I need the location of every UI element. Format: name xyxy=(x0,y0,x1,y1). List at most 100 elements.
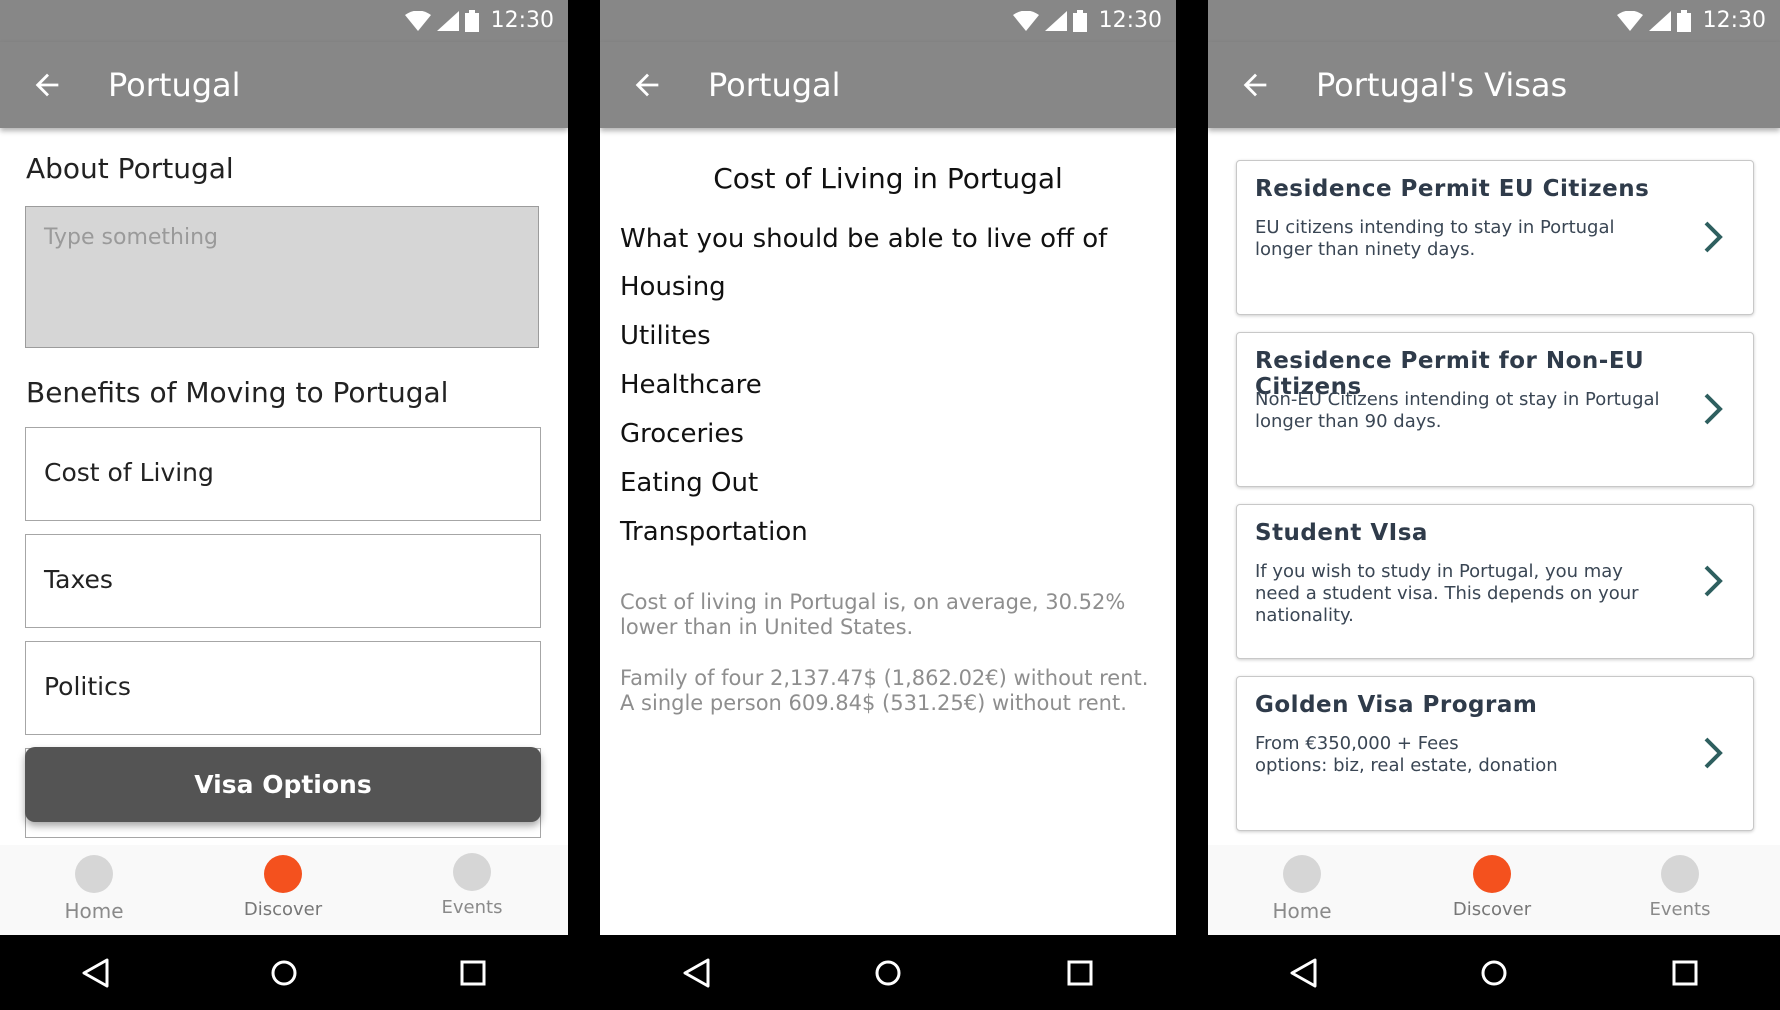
status-time: 12:30 xyxy=(490,8,554,33)
signal-icon xyxy=(436,10,459,31)
nav-back-button[interactable] xyxy=(75,953,115,993)
about-heading: About Portugal xyxy=(26,152,234,185)
nav-recents-button[interactable] xyxy=(453,953,493,993)
app-bar: Portugal's Visas xyxy=(1208,42,1780,128)
cost-item-housing: Housing xyxy=(620,272,726,302)
nav-home-button[interactable] xyxy=(264,953,304,993)
visa-card-non-eu[interactable]: Residence Permit for Non-EU Citizens Non… xyxy=(1236,332,1754,487)
visa-options-button[interactable]: Visa Options xyxy=(25,747,541,822)
nav-back-button[interactable] xyxy=(1283,953,1323,993)
screen-portugal-visas: 12:30 Portugal's Visas Residence Permit … xyxy=(1208,0,1780,1010)
visa-card-desc: If you wish to study in Portugal, you ma… xyxy=(1255,561,1639,626)
battery-icon xyxy=(1072,9,1087,32)
option-politics[interactable]: Politics xyxy=(25,641,541,735)
system-nav-bar xyxy=(0,935,568,1010)
status-bar: 12:30 xyxy=(600,0,1176,42)
benefits-heading: Benefits of Moving to Portugal xyxy=(26,376,449,409)
visa-card-student[interactable]: Student VIsa If you wish to study in Por… xyxy=(1236,504,1754,659)
system-nav-bar xyxy=(1208,935,1780,1010)
events-icon xyxy=(1661,855,1699,893)
nav-recents-button[interactable] xyxy=(1060,953,1100,993)
back-arrow-icon[interactable] xyxy=(1238,68,1272,102)
nav-discover-label: Discover xyxy=(1452,899,1532,920)
nav-events-label: Events xyxy=(441,897,503,918)
nav-recents-icon xyxy=(1672,960,1698,985)
option-label: Politics xyxy=(44,672,131,701)
nav-home-label: Home xyxy=(1272,899,1332,923)
cost-item-eating-out: Eating Out xyxy=(620,468,759,498)
nav-home-icon xyxy=(271,960,297,985)
cost-single-text: A single person 609.84$ (531.25€) withou… xyxy=(620,691,1127,715)
nav-home[interactable]: Home xyxy=(34,855,154,923)
visa-card-title: Golden Visa Program xyxy=(1255,692,1538,718)
visa-card-desc: EU citizens intending to stay in Portuga… xyxy=(1255,217,1615,260)
chevron-right-icon xyxy=(1704,565,1723,597)
nav-events-label: Events xyxy=(1649,899,1711,920)
visa-card-desc-line: options: biz, real estate, donation xyxy=(1255,755,1558,776)
option-label: Cost of Living xyxy=(44,458,214,487)
option-cost-of-living[interactable]: Cost of Living xyxy=(25,427,541,521)
events-icon xyxy=(453,853,491,891)
visa-card-eu[interactable]: Residence Permit EU Citizens EU citizens… xyxy=(1236,160,1754,315)
option-taxes[interactable]: Taxes xyxy=(25,534,541,628)
page-title: Portugal xyxy=(108,66,241,104)
chevron-right-icon xyxy=(1704,221,1723,253)
cost-subheading: What you should be able to live off of xyxy=(620,224,1108,254)
nav-recents-button[interactable] xyxy=(1665,953,1705,993)
about-input[interactable]: Type something xyxy=(25,206,539,348)
bottom-nav: Home Discover Events xyxy=(0,845,568,935)
nav-recents-icon xyxy=(460,960,486,985)
nav-home-icon xyxy=(875,960,901,985)
cost-heading: Cost of Living in Portugal xyxy=(713,162,1063,195)
cost-item-groceries: Groceries xyxy=(620,419,744,449)
nav-back-button[interactable] xyxy=(676,953,716,993)
status-time: 12:30 xyxy=(1702,8,1766,33)
visa-card-desc: From €350,000 + Fees options: biz, real … xyxy=(1255,733,1665,777)
nav-discover[interactable]: Discover xyxy=(1432,855,1552,920)
signal-icon xyxy=(1648,10,1671,31)
wifi-icon xyxy=(1012,10,1039,31)
content-area: Residence Permit EU Citizens EU citizens… xyxy=(1208,128,1780,935)
wifi-icon xyxy=(1616,10,1643,31)
cost-summary-text: Cost of living in Portugal is, on averag… xyxy=(620,590,1126,639)
battery-icon xyxy=(464,9,479,32)
status-bar: 12:30 xyxy=(0,0,568,42)
status-bar: 12:30 xyxy=(1208,0,1780,42)
nav-events[interactable]: Events xyxy=(1620,855,1740,920)
back-arrow-icon[interactable] xyxy=(30,68,64,102)
content-area: About Portugal Type something Benefits o… xyxy=(0,128,568,935)
bottom-nav: Home Discover Events xyxy=(1208,845,1780,935)
cost-item-utilities: Utilites xyxy=(620,321,711,351)
discover-icon xyxy=(1473,855,1511,893)
chevron-right-icon xyxy=(1704,393,1723,425)
nav-recents-icon xyxy=(1067,960,1093,985)
battery-icon xyxy=(1676,9,1691,32)
visa-card-golden[interactable]: Golden Visa Program From €350,000 + Fees… xyxy=(1236,676,1754,831)
nav-discover[interactable]: Discover xyxy=(223,855,343,920)
nav-home-label: Home xyxy=(64,899,124,923)
content-area: Cost of Living in Portugal What you shou… xyxy=(600,128,1176,935)
cost-item-transportation: Transportation xyxy=(620,517,808,547)
wifi-icon xyxy=(404,10,431,31)
visa-card-desc: Non-EU Citizens intending ot stay in Por… xyxy=(1255,389,1660,432)
app-bar: Portugal xyxy=(600,42,1176,128)
signal-icon xyxy=(1044,10,1067,31)
page-title: Portugal xyxy=(708,66,841,104)
visa-card-title: Residence Permit EU Citizens xyxy=(1255,176,1650,202)
discover-icon xyxy=(264,855,302,893)
nav-home-button[interactable] xyxy=(868,953,908,993)
page-title: Portugal's Visas xyxy=(1316,66,1568,104)
nav-home[interactable]: Home xyxy=(1242,855,1362,923)
nav-home-button[interactable] xyxy=(1474,953,1514,993)
home-icon xyxy=(1283,855,1321,893)
cost-item-healthcare: Healthcare xyxy=(620,370,762,400)
chevron-right-icon xyxy=(1704,737,1723,769)
visa-card-title: Student VIsa xyxy=(1255,520,1428,546)
option-label: Taxes xyxy=(44,565,113,594)
nav-events[interactable]: Events xyxy=(412,853,532,918)
screen-portugal-about: 12:30 Portugal About Portugal Type somet… xyxy=(0,0,568,1010)
visa-card-desc-line: From €350,000 + Fees xyxy=(1255,733,1459,754)
app-bar: Portugal xyxy=(0,42,568,128)
system-nav-bar xyxy=(600,935,1176,1010)
back-arrow-icon[interactable] xyxy=(630,68,664,102)
